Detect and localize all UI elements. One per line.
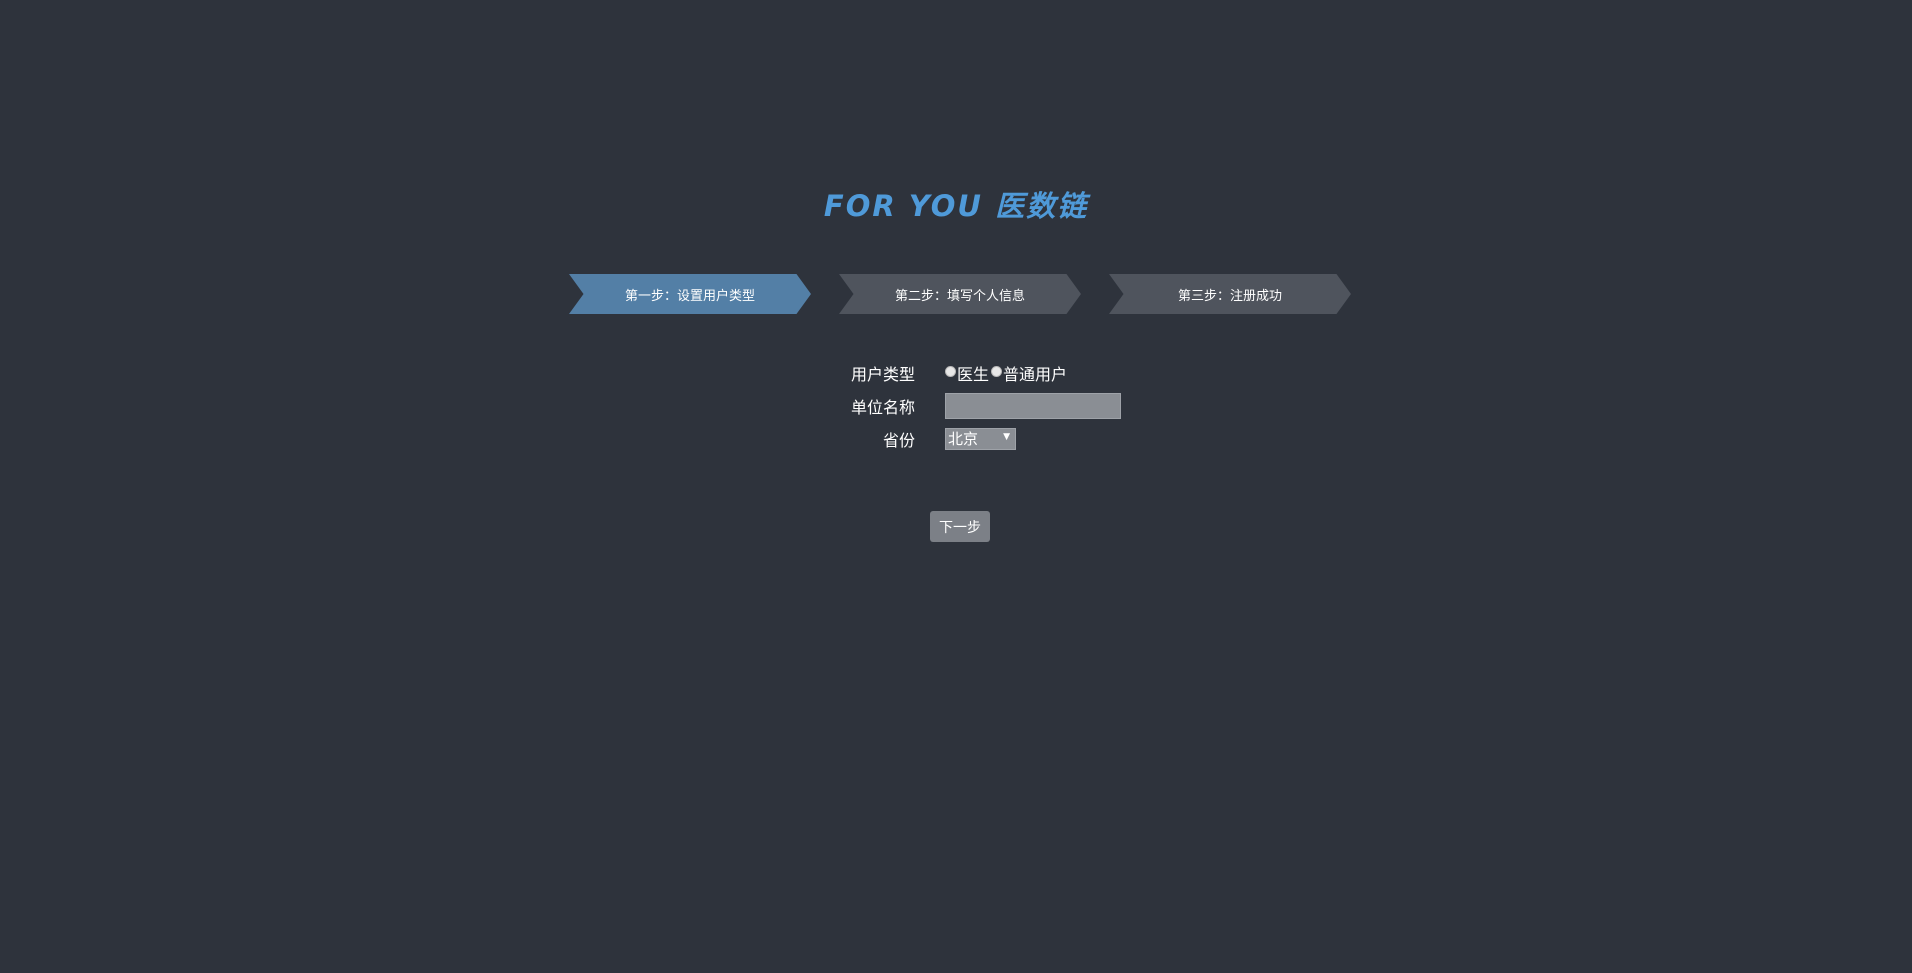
user-type-radio-group: 医生 普通用户 (945, 361, 1069, 385)
unit-name-row: 单位名称 (820, 389, 1280, 422)
unit-name-input[interactable] (945, 392, 1121, 419)
step-1-set-user-type: 第一步：设置用户类型 (569, 274, 811, 314)
registration-page: FOR YOU 医数链 第一步：设置用户类型 第二步：填写个人信息 第三步：注册… (0, 0, 1912, 973)
province-selected-value[interactable]: 北京 (948, 428, 978, 449)
radio-regular-user-label[interactable]: 普通用户 (1003, 361, 1067, 385)
step-3-register-success: 第三步：注册成功 (1109, 274, 1351, 314)
radio-doctor-label[interactable]: 医生 (957, 361, 989, 385)
unit-name-control (945, 392, 1121, 419)
user-type-label: 用户类型 (850, 364, 915, 384)
radio-doctor-circle[interactable] (945, 366, 956, 377)
user-type-row: 用户类型 医生 普通用户 (820, 356, 1280, 389)
step-progress: 第一步：设置用户类型 第二步：填写个人信息 第三步：注册成功 (569, 274, 1351, 314)
province-label: 省份 (882, 430, 915, 450)
next-step-button[interactable]: 下一步 (930, 511, 990, 542)
unit-name-label: 单位名称 (850, 397, 915, 417)
radio-regular-user[interactable]: 普通用户 (991, 361, 1067, 385)
radio-doctor[interactable]: 医生 (945, 361, 989, 385)
user-type-form: 用户类型 医生 普通用户 单位名称 省份 北京 ▼ (820, 356, 1280, 455)
chevron-down-icon[interactable]: ▼ (1003, 432, 1010, 442)
app-logo: FOR YOU 医数链 (823, 189, 1089, 223)
radio-regular-user-circle[interactable] (991, 366, 1003, 377)
province-control: 北京 ▼ (945, 427, 1016, 450)
province-row: 省份 北京 ▼ (820, 422, 1280, 455)
province-select[interactable]: 北京 ▼ (945, 427, 1016, 450)
step-2-fill-personal-info: 第二步：填写个人信息 (839, 274, 1081, 314)
